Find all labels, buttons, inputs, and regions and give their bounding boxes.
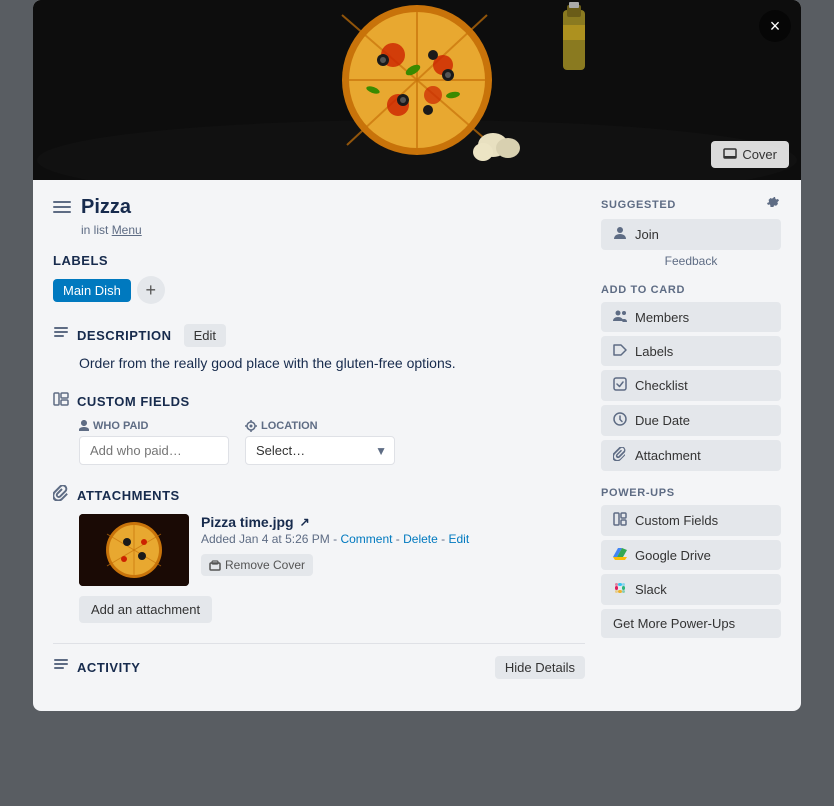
card-type-icon <box>53 200 71 221</box>
sidebar: SUGGESTED Join Feedback <box>601 196 781 687</box>
delete-link[interactable]: Delete <box>403 532 438 546</box>
google-drive-button[interactable]: Google Drive <box>601 540 781 570</box>
custom-fields-section: Custom Fields WHO PAID <box>53 391 585 465</box>
members-button[interactable]: Members <box>601 302 781 332</box>
get-more-power-ups-button[interactable]: Get More Power-Ups <box>601 609 781 638</box>
cover-button[interactable]: Cover <box>711 141 789 168</box>
comment-link[interactable]: Comment <box>340 532 392 546</box>
who-paid-input[interactable] <box>79 436 229 465</box>
cover-area: Cover × <box>33 0 801 180</box>
slack-button[interactable]: Slack <box>601 574 781 605</box>
add-to-card-title: ADD TO CARD <box>601 284 781 296</box>
description-title: Description <box>77 328 172 343</box>
card-header: Pizza in list Menu <box>53 196 585 237</box>
edit-link[interactable]: Edit <box>448 532 469 546</box>
custom-fields-title: Custom Fields <box>77 394 190 409</box>
suggested-section: SUGGESTED Join Feedback <box>601 196 781 268</box>
members-icon <box>613 309 627 325</box>
labels-button[interactable]: Labels <box>601 336 781 366</box>
checklist-button[interactable]: Checklist <box>601 370 781 401</box>
custom-fields-grid: WHO PAID LOCATION Select… <box>79 420 585 465</box>
labels-icon <box>613 343 627 359</box>
custom-fields-power-up-button[interactable]: Custom Fields <box>601 505 781 536</box>
attachment-info: Pizza time.jpg ↗ Added Jan 4 at 5:26 PM … <box>201 514 585 576</box>
power-ups-section: POWER-UPS Custom Fields Google Drive <box>601 487 781 642</box>
due-date-button[interactable]: Due Date <box>601 405 781 436</box>
description-edit-button[interactable]: Edit <box>184 324 226 347</box>
description-section: Description Edit Order from the really g… <box>53 324 585 371</box>
due-date-icon <box>613 412 627 429</box>
card-title: Pizza <box>81 196 142 219</box>
main-content: Pizza in list Menu LABELS Main Dish <box>53 196 585 687</box>
who-paid-label: WHO PAID <box>79 420 229 432</box>
attachment-icon <box>613 447 627 464</box>
description-icon <box>53 325 69 346</box>
cover-btn-label: Cover <box>742 147 777 162</box>
labels-title: LABELS <box>53 253 108 268</box>
add-label-button[interactable]: + <box>137 276 165 304</box>
label-main-dish[interactable]: Main Dish <box>53 279 131 302</box>
attachment-button[interactable]: Attachment <box>601 440 781 471</box>
person-icon <box>613 226 627 243</box>
gear-button[interactable] <box>767 196 781 213</box>
checklist-icon <box>613 377 627 394</box>
attachments-title: Attachments <box>77 488 180 503</box>
location-field: LOCATION Select… Dine-in Delivery Takeou… <box>245 420 395 465</box>
custom-fields-icon <box>53 391 69 412</box>
google-drive-icon <box>613 547 627 563</box>
location-select-wrap: Select… Dine-in Delivery Takeout ▼ <box>245 436 395 465</box>
attachment-item: Pizza time.jpg ↗ Added Jan 4 at 5:26 PM … <box>79 514 585 586</box>
who-paid-field: WHO PAID <box>79 420 229 465</box>
activity-title: Activity <box>77 660 140 675</box>
attachments-icon <box>53 485 69 506</box>
activity-section: Activity Hide Details <box>53 643 585 679</box>
power-ups-title: POWER-UPS <box>601 487 781 499</box>
labels-section: LABELS Main Dish + <box>53 253 585 304</box>
feedback-link[interactable]: Feedback <box>601 254 781 268</box>
slack-icon <box>613 581 627 598</box>
list-link[interactable]: Menu <box>112 223 142 237</box>
location-label: LOCATION <box>245 420 395 432</box>
description-text: Order from the really good place with th… <box>79 355 585 371</box>
cover-image <box>33 0 801 180</box>
close-button[interactable]: × <box>759 10 791 42</box>
card-list: in list Menu <box>81 223 142 237</box>
hide-details-button[interactable]: Hide Details <box>495 656 585 679</box>
activity-icon <box>53 657 69 678</box>
attachment-filename: Pizza time.jpg <box>201 514 294 530</box>
join-button[interactable]: Join <box>601 219 781 250</box>
external-link-icon[interactable]: ↗ <box>300 515 310 529</box>
add-to-card-section: ADD TO CARD Members Labels <box>601 284 781 471</box>
suggested-title: SUGGESTED <box>601 196 781 213</box>
custom-fields-power-up-icon <box>613 512 627 529</box>
labels-area: Main Dish + <box>53 276 585 304</box>
attachment-date: Added Jan 4 at 5:26 PM - Comment - Delet… <box>201 532 585 546</box>
location-select[interactable]: Select… Dine-in Delivery Takeout <box>245 436 395 465</box>
add-attachment-button[interactable]: Add an attachment <box>79 596 212 623</box>
attachments-section: Attachments <box>53 485 585 623</box>
remove-cover-button[interactable]: Remove Cover <box>201 554 313 576</box>
attachment-thumbnail[interactable] <box>79 514 189 586</box>
card-modal: Cover × Pizza in list Me <box>33 0 801 711</box>
